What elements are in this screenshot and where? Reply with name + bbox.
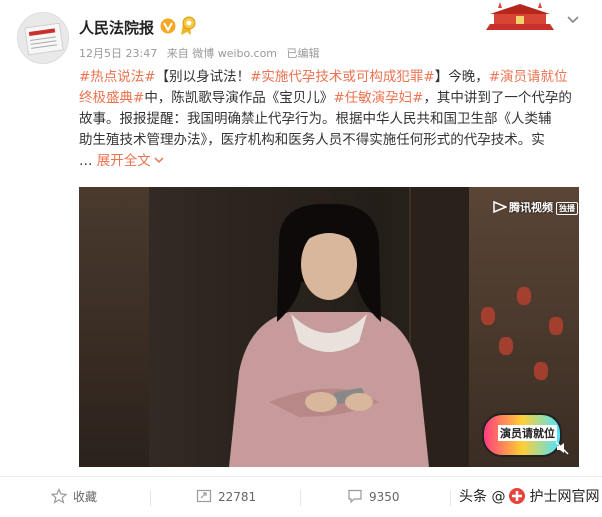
expand-full-text-link[interactable]: 展开全文 xyxy=(97,153,164,169)
expand-line: … 展开全文 xyxy=(79,151,587,172)
hashtag-link[interactable]: #任敏演孕妇# xyxy=(333,90,423,106)
newspaper-icon xyxy=(24,22,64,56)
card-banner-decoration xyxy=(478,0,562,38)
divider xyxy=(0,476,602,477)
edited-label[interactable]: 已编辑 xyxy=(287,47,320,60)
hashtag-link[interactable]: #实施代孕技术或可构成犯罪# xyxy=(250,69,435,85)
content-text: 】今晚， xyxy=(434,69,489,85)
watermark-name: 护士网官网 xyxy=(529,489,600,505)
post-header: 人民法院报 12月5日 23:47 来自 微博 weibo.com 已编辑 xyxy=(0,0,602,66)
content-text: ，其中讲到了一个代孕的 xyxy=(423,90,572,106)
tencent-video-icon xyxy=(493,200,508,214)
video-watermark-text: 腾讯视频 xyxy=(509,201,553,214)
video-scenery xyxy=(499,337,513,355)
video-scenery xyxy=(517,287,531,305)
content-line: 故事。报报提醒：我国明确禁止代孕行为。根据中华人民共和国卫生部《人类辅 xyxy=(79,109,587,130)
content-line: #热点说法#【别以身试法！#实施代孕技术或可构成犯罪#】今晚，#演员请就位 xyxy=(79,67,587,88)
video-player[interactable]: 腾讯视频 独播 演员请就位 xyxy=(79,187,579,467)
content-text: 助生殖技术管理办法》，医疗机构和医务人员不得实施任何形式的代孕技术。实 xyxy=(79,132,545,148)
comment-count: 9350 xyxy=(369,490,400,504)
divider xyxy=(300,490,301,506)
comment-button[interactable]: 9350 xyxy=(347,488,400,504)
content-line: 终极盛典#中，陈凯歌导演作品《宝贝儿》#任敏演孕妇#，其中讲到了一个代孕的 xyxy=(79,88,587,109)
watermark-prefix: 头条 xyxy=(459,489,487,505)
video-watermark-badge: 独播 xyxy=(556,202,578,215)
watermark-at: @ xyxy=(491,489,506,505)
repost-button[interactable]: 22781 xyxy=(196,488,256,504)
video-scenery xyxy=(549,317,563,335)
hashtag-link[interactable]: #演员请就位 xyxy=(489,69,568,85)
video-scenery xyxy=(481,307,495,325)
divider xyxy=(150,490,151,506)
video-watermark: 腾讯视频 独播 xyxy=(493,199,578,215)
chevron-down-icon[interactable] xyxy=(566,15,580,25)
author-name[interactable]: 人民法院报 xyxy=(79,17,154,38)
repost-icon xyxy=(196,489,212,503)
repost-count: 22781 xyxy=(218,490,257,504)
content-text: 【别以身试法！ xyxy=(155,69,251,85)
mute-icon[interactable] xyxy=(555,441,569,455)
star-icon xyxy=(50,488,68,504)
video-scenery xyxy=(79,187,149,467)
ellipsis: … xyxy=(79,153,93,169)
content-text: 故事。报报提醒：我国明确禁止代孕行为。根据中华人民共和国卫生部《人类辅 xyxy=(79,111,552,127)
nurse-site-logo-icon xyxy=(509,488,526,504)
hashtag-link[interactable]: #热点说法# xyxy=(79,69,156,85)
post-content: #热点说法#【别以身试法！#实施代孕技术或可构成犯罪#】今晚，#演员请就位 终极… xyxy=(79,67,587,172)
member-badge-icon[interactable] xyxy=(180,16,198,36)
post-time[interactable]: 12月5日 23:47 xyxy=(79,47,157,60)
favorite-label: 收藏 xyxy=(73,490,98,504)
show-logo-sticker: 演员请就位 xyxy=(482,413,562,457)
source-watermark: 头条 @ 护士网官网 xyxy=(459,486,600,506)
post-source[interactable]: 来自 微博 weibo.com xyxy=(167,47,277,60)
show-logo-text: 演员请就位 xyxy=(498,425,557,441)
verified-icon xyxy=(160,18,176,34)
content-line: 助生殖技术管理办法》，医疗机构和医务人员不得实施任何形式的代孕技术。实 xyxy=(79,130,587,151)
post-meta: 12月5日 23:47 来自 微博 weibo.com 已编辑 xyxy=(79,45,326,61)
content-text: 中，陈凯歌导演作品《宝贝儿》 xyxy=(144,90,334,106)
video-scenery xyxy=(534,362,548,380)
hashtag-link[interactable]: 终极盛典# xyxy=(79,90,144,106)
video-frame-woman xyxy=(229,203,429,467)
chevron-down-icon xyxy=(154,157,164,164)
expand-label: 展开全文 xyxy=(96,153,151,169)
favorite-button[interactable]: 收藏 xyxy=(50,488,98,505)
divider xyxy=(450,490,451,506)
avatar[interactable] xyxy=(17,12,69,64)
comment-icon xyxy=(348,489,362,504)
